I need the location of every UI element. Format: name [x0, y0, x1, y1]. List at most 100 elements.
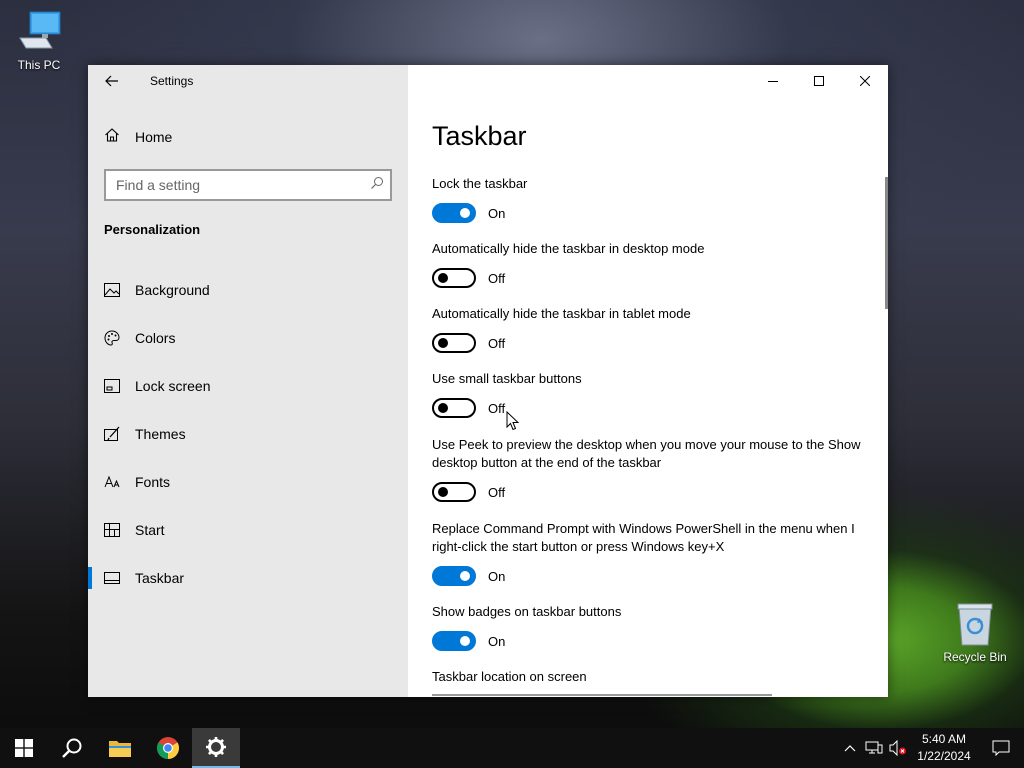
content-scrollbar[interactable] [885, 177, 888, 309]
setting-peek: Use Peek to preview the desktop when you… [432, 436, 862, 520]
notification-icon [992, 740, 1010, 756]
settings-window: Settings Home Personalization [88, 65, 888, 697]
toggle-state: Off [488, 335, 506, 351]
sidebar-item-label: Background [135, 282, 210, 298]
this-pc-label: This PC [17, 58, 61, 72]
taskbar-settings-list: Lock the taskbar On Automatically hide t… [432, 175, 862, 686]
section-title: Personalization [104, 222, 201, 237]
taskbar-icon [104, 570, 120, 586]
recycle-bin-desktop-icon[interactable]: Recycle Bin [937, 600, 1013, 664]
minimize-button[interactable] [750, 65, 796, 97]
home-icon [104, 127, 120, 148]
close-button[interactable] [842, 65, 888, 97]
themes-icon [104, 426, 120, 442]
system-tray: 5:40 AM 1/22/2024 [838, 728, 1024, 768]
toggle-state: Off [488, 484, 506, 500]
setting-powershell: Replace Command Prompt with Windows Powe… [432, 520, 862, 603]
setting-label: Taskbar location on screen [432, 669, 587, 684]
peek-toggle[interactable] [432, 482, 476, 502]
sidebar-item-taskbar[interactable]: Taskbar [88, 554, 408, 602]
toggle-state: On [488, 205, 506, 221]
lock-taskbar-toggle[interactable] [432, 203, 476, 223]
setting-label: Show badges on taskbar buttons [432, 604, 622, 619]
sidebar-item-label: Themes [135, 426, 186, 442]
toggle-state: On [488, 568, 506, 584]
taskbar-location-dropdown[interactable] [432, 694, 772, 697]
sidebar-item-fonts[interactable]: Fonts [88, 458, 408, 506]
setting-label: Automatically hide the taskbar in deskto… [432, 241, 705, 256]
clock[interactable]: 5:40 AM 1/22/2024 [910, 731, 978, 765]
sidebar-item-label: Fonts [135, 474, 171, 490]
setting-label: Automatically hide the taskbar in tablet… [432, 306, 691, 321]
settings-content: Taskbar Lock the taskbar On Automaticall… [408, 65, 888, 697]
badges-toggle[interactable] [432, 631, 476, 651]
file-explorer-button[interactable] [96, 728, 144, 768]
sidebar-item-label: Taskbar [135, 570, 185, 586]
start-icon [104, 522, 120, 538]
personalization-nav: Background Colors Lock screen Themes Fon… [88, 266, 408, 602]
home-label: Home [135, 129, 173, 145]
maximize-button[interactable] [796, 65, 842, 97]
app-title: Settings [150, 74, 194, 88]
powershell-toggle[interactable] [432, 566, 476, 586]
search-icon [62, 738, 82, 758]
computer-icon [15, 8, 63, 56]
toggle-state: Off [488, 400, 506, 416]
search-icon [370, 176, 384, 195]
show-hidden-icons-button[interactable] [838, 728, 862, 768]
chrome-icon [157, 737, 179, 759]
setting-location: Taskbar location on screen [432, 668, 862, 686]
action-center-button[interactable] [978, 728, 1024, 768]
setting-autohide-tablet: Automatically hide the taskbar in tablet… [432, 305, 862, 370]
page-title: Taskbar [432, 121, 527, 151]
volume-muted-icon [889, 740, 906, 756]
clock-date: 1/22/2024 [917, 749, 971, 763]
maximize-icon [814, 76, 824, 86]
recycle-bin-label: Recycle Bin [943, 650, 1007, 664]
search-taskbar-button[interactable] [48, 728, 96, 768]
setting-small-buttons: Use small taskbar buttons Off [432, 370, 862, 436]
toggle-state: On [488, 633, 506, 649]
lock-screen-icon [104, 378, 120, 394]
sidebar-item-label: Start [135, 522, 165, 538]
sidebar-item-themes[interactable]: Themes [88, 410, 408, 458]
search-box[interactable] [104, 169, 392, 201]
back-arrow-icon [105, 75, 118, 87]
sidebar-item-label: Lock screen [135, 378, 211, 394]
small-buttons-toggle[interactable] [432, 398, 476, 418]
recycle-bin-icon [951, 600, 999, 648]
clock-time: 5:40 AM [921, 732, 967, 746]
palette-icon [104, 330, 120, 346]
volume-button[interactable] [886, 728, 910, 768]
settings-taskbar-button[interactable] [192, 728, 240, 768]
sidebar-item-label: Colors [135, 330, 176, 346]
setting-label: Use small taskbar buttons [432, 371, 582, 386]
autohide-desktop-toggle[interactable] [432, 268, 476, 288]
sidebar-item-background[interactable]: Background [88, 266, 408, 314]
caption-buttons [750, 65, 888, 97]
toggle-state: Off [488, 270, 506, 286]
minimize-icon [768, 81, 778, 82]
home-nav-item[interactable]: Home [88, 121, 408, 153]
title-bar: Settings [88, 65, 408, 97]
mouse-cursor-icon [506, 411, 520, 431]
autohide-tablet-toggle[interactable] [432, 333, 476, 353]
network-icon [865, 741, 883, 754]
this-pc-desktop-icon[interactable]: This PC [1, 8, 77, 72]
setting-badges: Show badges on taskbar buttons On [432, 603, 862, 668]
setting-autohide-desktop: Automatically hide the taskbar in deskto… [432, 240, 862, 305]
setting-label: Replace Command Prompt with Windows Powe… [432, 521, 855, 554]
sidebar-item-colors[interactable]: Colors [88, 314, 408, 362]
back-button[interactable] [88, 65, 136, 97]
windows-logo-icon [15, 739, 33, 757]
folder-icon [109, 741, 131, 757]
sidebar-item-lock-screen[interactable]: Lock screen [88, 362, 408, 410]
chrome-button[interactable] [144, 728, 192, 768]
setting-label: Use Peek to preview the desktop when you… [432, 437, 861, 470]
gear-icon [206, 737, 226, 757]
sidebar-item-start[interactable]: Start [88, 506, 408, 554]
background-icon [104, 282, 120, 298]
network-button[interactable] [862, 728, 886, 768]
search-input[interactable] [116, 177, 370, 193]
start-button[interactable] [0, 728, 48, 768]
